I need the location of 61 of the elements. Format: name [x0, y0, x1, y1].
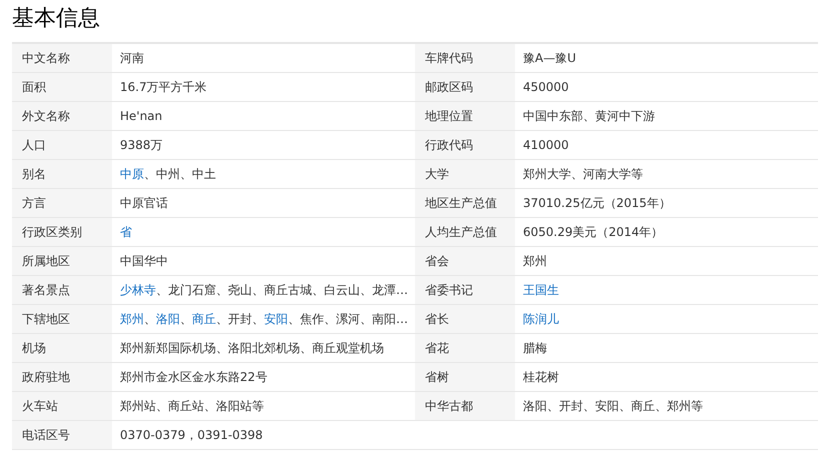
label-cell: 行政区类别: [12, 218, 112, 247]
value-text: 6050.29美元（2014年）: [523, 224, 664, 240]
value-text: 郑州站、商丘站、洛阳站等: [120, 398, 264, 414]
value-text: 少林寺、龙门石窟、尧山、商丘古城、白云山、龙潭…: [120, 282, 408, 298]
link[interactable]: 安阳: [264, 312, 288, 326]
value-text: 洛阳、开封、安阳、商丘、郑州等: [523, 398, 703, 414]
label-cell: 人均生产总值: [415, 218, 515, 247]
label-cell: 中文名称: [12, 44, 112, 73]
value-text: 腊梅: [523, 340, 547, 356]
label-cell: 人口: [12, 131, 112, 160]
value-text: 37010.25亿元（2015年）: [523, 194, 671, 212]
value-text: 410000: [523, 138, 569, 152]
value-text: 郑州、洛阳、商丘、开封、安阳、焦作、漯河、南阳…: [120, 310, 408, 328]
label-cell: 外文名称: [12, 102, 112, 131]
value-text: 桂花树: [523, 368, 559, 386]
label-cell: 电话区号: [12, 421, 112, 450]
label-cell: 省长: [415, 305, 515, 334]
label-cell: 方言: [12, 189, 112, 218]
value-text: 16.7万平方千米: [120, 78, 207, 96]
link[interactable]: 中原: [120, 166, 144, 180]
label-cell: 机场: [12, 334, 112, 363]
value-text: 中国华中: [120, 252, 168, 270]
value-text: 中原官话: [120, 194, 168, 212]
label-cell: 省花: [415, 334, 515, 363]
value-text: 郑州大学、河南大学等: [523, 166, 643, 182]
label-cell: 邮政区码: [415, 73, 515, 102]
value-text: 9388万: [120, 136, 163, 154]
link[interactable]: 省: [120, 224, 132, 240]
value-text: 郑州: [523, 252, 547, 270]
value-text: 郑州市金水区金水东路22号: [120, 368, 268, 386]
label-cell: 行政代码: [415, 131, 515, 160]
value-text: 450000: [523, 80, 569, 94]
value-text: 河南: [120, 50, 144, 66]
link[interactable]: 洛阳: [156, 312, 180, 326]
label-cell: 省会: [415, 247, 515, 276]
section-title: 基本信息: [12, 5, 101, 33]
value-text: He'nan: [120, 109, 162, 123]
label-cell: 别名: [12, 160, 112, 189]
label-cell: 省树: [415, 363, 515, 392]
label-cell: 中华古都: [415, 392, 515, 421]
label-cell: 地区生产总值: [415, 189, 515, 218]
value-text: 郑州新郑国际机场、洛阳北郊机场、商丘观堂机场: [120, 340, 384, 356]
label-cell: 所属地区: [12, 247, 112, 276]
value-text: 0370-0379，0391-0398: [120, 426, 263, 444]
label-cell: 面积: [12, 73, 112, 102]
label-cell: 著名景点: [12, 276, 112, 305]
label-cell: 政府驻地: [12, 363, 112, 392]
label-cell: 火车站: [12, 392, 112, 421]
link[interactable]: 少林寺: [120, 282, 156, 296]
link[interactable]: 陈润儿: [523, 310, 559, 328]
link[interactable]: 商丘: [192, 312, 216, 326]
value-text: 豫A—豫U: [523, 50, 576, 66]
link[interactable]: 王国生: [523, 282, 559, 298]
label-cell: 地理位置: [415, 102, 515, 131]
link[interactable]: 郑州: [120, 312, 144, 326]
label-cell: 下辖地区: [12, 305, 112, 334]
value-text: 中原、中州、中土: [120, 166, 216, 182]
label-cell: 省委书记: [415, 276, 515, 305]
label-cell: 大学: [415, 160, 515, 189]
value-text: 中国中东部、黄河中下游: [523, 108, 655, 124]
label-cell: 车牌代码: [415, 44, 515, 73]
